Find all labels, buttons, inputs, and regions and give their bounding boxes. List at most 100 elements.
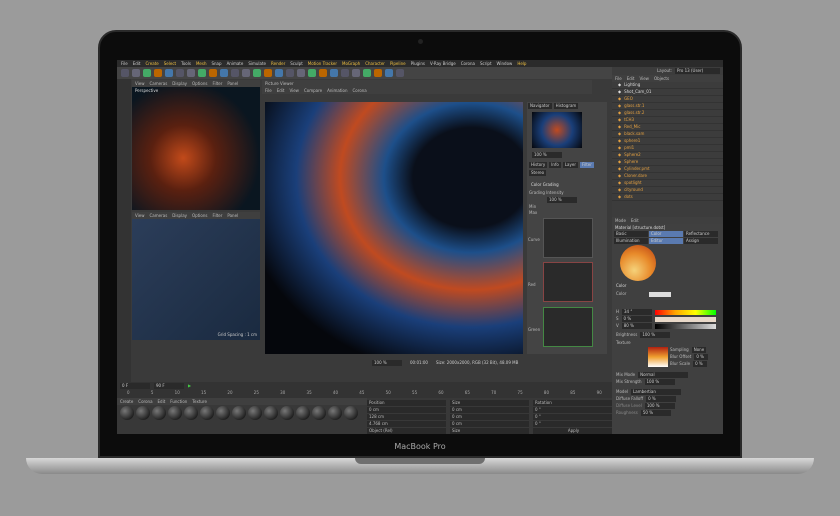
object-row[interactable]: ◆ Cloner.dare xyxy=(612,173,723,180)
status-zoom[interactable]: 100 % xyxy=(372,360,402,366)
viewport-menu-item[interactable]: Panel xyxy=(227,81,238,87)
materials-menu-item[interactable]: Corona xyxy=(138,399,152,405)
viewport-menu-item[interactable]: Options xyxy=(192,213,207,219)
toolbar-button-icon[interactable] xyxy=(242,69,250,77)
curve-graph[interactable] xyxy=(543,218,593,258)
toolbar-button-icon[interactable] xyxy=(264,69,272,77)
menu-item[interactable]: Corona xyxy=(461,61,475,67)
subtab[interactable]: Info xyxy=(549,162,561,168)
mix-mode-select[interactable]: Normal xyxy=(638,372,689,378)
coord-field[interactable]: 0 cm xyxy=(450,414,529,420)
objects-menu-item[interactable]: File xyxy=(615,76,622,82)
object-row[interactable]: ◆ Lighting xyxy=(612,82,723,89)
picture-viewer-menu-item[interactable]: File xyxy=(265,88,272,94)
toolbar-button-icon[interactable] xyxy=(176,69,184,77)
coord-field[interactable]: 4.768 cm xyxy=(367,421,446,427)
color-swatch[interactable] xyxy=(649,291,672,297)
attribute-tab[interactable]: Editor xyxy=(649,238,683,244)
layout-select[interactable]: Pro 13 (User) xyxy=(675,68,720,74)
coord-mode-select[interactable]: Object (Rel) xyxy=(367,428,446,434)
object-row[interactable]: ◆ sphere1 xyxy=(612,138,723,145)
menu-item[interactable]: Plugins xyxy=(411,61,425,67)
diffuse-level-field[interactable]: 100 % xyxy=(644,403,675,409)
toolbar-button-icon[interactable] xyxy=(363,69,371,77)
object-row[interactable]: ◆ Shot_Cam_01 xyxy=(612,89,723,96)
menu-item[interactable]: Motion Tracker xyxy=(308,61,337,67)
hue-slider[interactable] xyxy=(655,309,716,315)
brightness-field[interactable]: 100 % xyxy=(640,332,671,338)
material-swatch[interactable] xyxy=(120,406,134,420)
objects-menu-item[interactable]: Edit xyxy=(627,76,635,82)
toolbar-button-icon[interactable] xyxy=(132,69,140,77)
coord-field[interactable]: 0 cm xyxy=(450,421,529,427)
start-frame[interactable]: 0 F xyxy=(120,383,150,389)
value-field[interactable]: 80 % xyxy=(621,323,652,329)
material-swatch[interactable] xyxy=(264,406,278,420)
apply-button[interactable]: Apply xyxy=(533,428,612,434)
toolbar-button-icon[interactable] xyxy=(220,69,228,77)
picture-viewer-menu-item[interactable]: View xyxy=(289,88,299,94)
coord-field[interactable]: 0 cm xyxy=(367,407,446,413)
material-swatch[interactable] xyxy=(136,406,150,420)
menu-item[interactable]: File xyxy=(121,61,128,67)
saturation-slider[interactable] xyxy=(654,316,716,322)
object-row[interactable]: ◆ Cylinder.pmt xyxy=(612,166,723,173)
toolbar-button-icon[interactable] xyxy=(308,69,316,77)
saturation-field[interactable]: 0 % xyxy=(621,316,652,322)
attributes-menu-item[interactable]: Edit xyxy=(631,218,639,224)
menu-item[interactable]: Mesh xyxy=(196,61,207,67)
viewport-menu-item[interactable]: Display xyxy=(172,81,187,87)
menu-item[interactable]: Create xyxy=(145,61,158,67)
zoom-field[interactable]: 100 % xyxy=(532,152,562,158)
attribute-tab[interactable]: Color xyxy=(649,231,683,237)
diffuse-falloff-field[interactable]: 0 % xyxy=(646,396,677,402)
blur-offset-field[interactable]: 0 % xyxy=(694,354,709,360)
material-swatch[interactable] xyxy=(216,406,230,420)
subtab[interactable]: Filter xyxy=(579,162,594,168)
toolbar-button-icon[interactable] xyxy=(374,69,382,77)
viewport-menu-item[interactable]: Cameras xyxy=(150,213,168,219)
viewport-menu-item[interactable]: View xyxy=(135,81,145,87)
viewport-menu-item[interactable]: Display xyxy=(172,213,187,219)
coord-field[interactable]: 128 cm xyxy=(367,414,446,420)
size-mode-select[interactable]: Size xyxy=(450,428,529,434)
menu-item[interactable]: Character xyxy=(365,61,385,67)
material-swatch[interactable] xyxy=(200,406,214,420)
material-swatch[interactable] xyxy=(168,406,182,420)
material-swatch[interactable] xyxy=(184,406,198,420)
picture-viewer-menu-item[interactable]: Corona xyxy=(353,88,367,94)
viewport-menu-item[interactable]: Panel xyxy=(227,213,238,219)
toolbar-button-icon[interactable] xyxy=(385,69,393,77)
menu-item[interactable]: Window xyxy=(497,61,513,67)
blur-scale-field[interactable]: 0 % xyxy=(693,361,708,367)
object-row[interactable]: ◆ Sphere xyxy=(612,159,723,166)
material-swatch[interactable] xyxy=(232,406,246,420)
viewport-perspective[interactable]: View Cameras Display Options Filter Panel Per… xyxy=(132,80,260,210)
section-color-grading[interactable]: Color Grading xyxy=(531,182,559,188)
coord-field[interactable]: 0 cm xyxy=(450,407,529,413)
tab[interactable]: Histogram xyxy=(553,103,579,109)
toolbar-button-icon[interactable] xyxy=(209,69,217,77)
green-curve-graph[interactable] xyxy=(543,307,593,347)
grading-intensity-field[interactable]: 100 % xyxy=(547,197,577,203)
timeline[interactable]: 0 F 90 F ▶ 0 5 10 15 20 25 30 35 40 45 50 55 60 65 70 7… xyxy=(117,382,612,398)
toolbar-button-icon[interactable] xyxy=(286,69,294,77)
object-row[interactable]: ◆ glass.str.2 xyxy=(612,110,723,117)
toolbar-button-icon[interactable] xyxy=(143,69,151,77)
objects-menu-item[interactable]: View xyxy=(639,76,649,82)
material-swatch[interactable] xyxy=(248,406,262,420)
hue-field[interactable]: 34 ° xyxy=(622,309,653,315)
menu-item[interactable]: Pipeline xyxy=(390,61,406,67)
materials-menu-item[interactable]: Create xyxy=(120,399,133,405)
picture-viewer-menu-item[interactable]: Compare xyxy=(304,88,322,94)
menu-item[interactable]: Script xyxy=(480,61,492,67)
mix-strength-field[interactable]: 100 % xyxy=(644,379,675,385)
material-swatch[interactable] xyxy=(280,406,294,420)
toolbar-button-icon[interactable] xyxy=(121,69,129,77)
play-icon[interactable]: ▶ xyxy=(188,383,191,389)
menu-item[interactable]: Help xyxy=(517,61,526,67)
viewport-menu-item[interactable]: Options xyxy=(192,81,207,87)
menu-item[interactable]: Sculpt xyxy=(290,61,303,67)
object-row[interactable]: ◆ tCH3 xyxy=(612,117,723,124)
menu-item[interactable]: Render xyxy=(271,61,285,67)
